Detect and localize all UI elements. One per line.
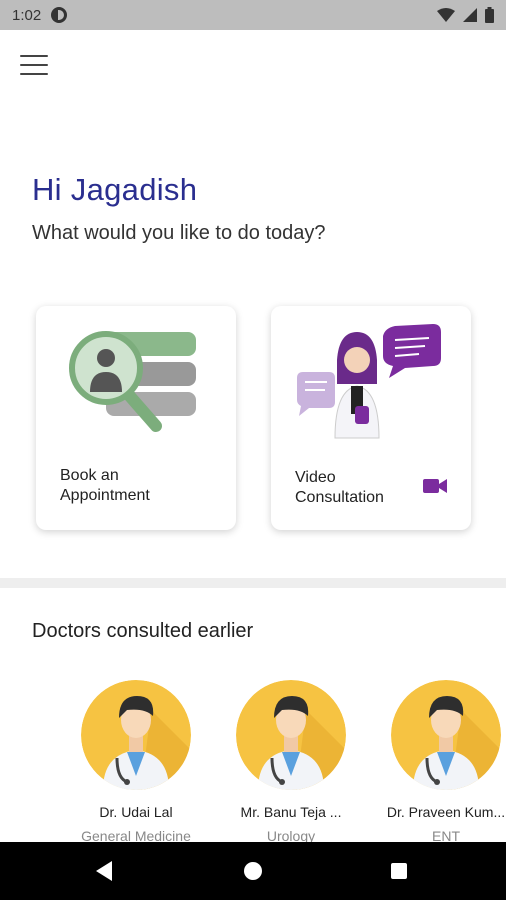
video-consultation-card[interactable]: Video Consultation [271,306,471,530]
doctor-specialty: Urology [266,828,316,842]
back-icon[interactable] [96,861,112,881]
status-time: 1:02 [12,6,42,24]
menu-line [20,55,48,57]
book-appointment-label: Book an Appointment [60,467,150,504]
doctor-name: Mr. Banu Teja ... [240,804,342,820]
doctor-avatar [81,680,191,790]
video-consultation-label: Video Consultation [295,469,384,506]
greeting-subtitle: What would you like to do today? [32,222,326,244]
section-divider [0,578,506,588]
book-appointment-card[interactable]: Book an Appointment [36,306,236,530]
doctors-section-title: Doctors consulted earlier [32,620,254,642]
hamburger-menu-icon[interactable] [20,54,48,76]
home-icon[interactable] [244,862,262,880]
doctor-avatar [236,680,346,790]
wifi-icon [437,8,455,22]
menu-line [20,73,48,75]
doctor-avatar [391,680,501,790]
doctor-specialty: ENT [432,828,460,842]
signal-icon [463,8,477,22]
video-camera-icon [423,479,447,493]
greeting-title: Hi Jagadish [32,172,198,207]
doctor-name: Dr. Udai Lal [99,804,173,820]
doctor-name: Dr. Praveen Kum... [386,804,506,820]
battery-icon [485,7,494,23]
menu-line [20,64,48,66]
system-nav-bar [0,842,506,900]
status-bar: 1:02 [0,0,506,30]
recents-icon[interactable] [391,863,407,879]
search-doctor-illustration [69,331,196,432]
status-icons [437,7,494,23]
doctor-chat-illustration [297,324,441,439]
data-saver-icon [51,7,68,23]
doctor-specialty: General Medicine [81,828,191,842]
doctors-list[interactable]: Dr. Udai Lal General Medicine Mr. Banu T… [80,680,506,842]
